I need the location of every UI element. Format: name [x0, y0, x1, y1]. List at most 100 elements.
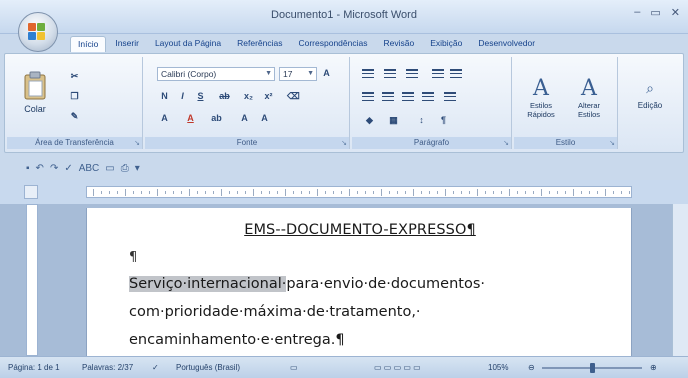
ruler-tick	[317, 189, 318, 196]
word-window: Documento1 - Microsoft Word – ▭ ✕ Início…	[0, 0, 688, 378]
language[interactable]: Português (Brasil)	[176, 363, 240, 372]
subscript-icon[interactable]: x₂	[243, 91, 254, 102]
ruler-tick	[509, 189, 510, 196]
zoom-in-icon[interactable]: ⊕	[650, 363, 657, 372]
quick-styles-button[interactable]: A Estilos Rápidos	[518, 63, 564, 131]
ruler-tick	[397, 191, 398, 194]
align-left-icon[interactable]	[362, 92, 374, 101]
close-button[interactable]: ✕	[671, 6, 680, 19]
zoom-out-icon[interactable]: ⊖	[528, 363, 535, 372]
font-size-combo[interactable]: 17 ▼	[279, 67, 317, 81]
spelling-icon[interactable]: ABC	[79, 163, 100, 174]
editing-button[interactable]: ⌕ Edição	[626, 65, 674, 125]
horizontal-ruler[interactable]	[86, 186, 632, 198]
change-styles-button[interactable]: A Alterar Estilos	[566, 63, 612, 131]
grow-font-size-icon[interactable]: A	[239, 113, 250, 124]
selected-text[interactable]: Serviço·internacional·	[129, 276, 287, 292]
ruler-tick	[517, 191, 518, 194]
styles-launcher-icon[interactable]: ↘	[609, 139, 615, 147]
undo-icon[interactable]: ↶	[36, 163, 44, 174]
align-center-icon[interactable]	[382, 92, 394, 101]
print-preview-icon[interactable]: ▭	[105, 163, 114, 174]
ruler-tick	[125, 189, 126, 196]
sort-icon[interactable]: ↕	[416, 115, 427, 126]
tab-referencias[interactable]: Referências	[230, 36, 289, 52]
tab-exibicao[interactable]: Exibição	[423, 36, 469, 52]
tab-selector[interactable]	[24, 185, 38, 199]
show-marks-icon[interactable]: ¶	[438, 115, 449, 126]
customize-qat-icon[interactable]: ▾	[135, 163, 140, 174]
ruler-tick	[573, 189, 574, 196]
tab-inserir[interactable]: Inserir	[108, 36, 146, 52]
numbering-icon[interactable]	[384, 69, 396, 78]
word-count[interactable]: Palavras: 2/37	[82, 363, 133, 372]
view-buttons[interactable]: ▭ ▭ ▭ ▭ ▭	[374, 363, 421, 372]
maximize-button[interactable]: ▭	[650, 6, 660, 19]
proofing-icon[interactable]: ✓	[152, 363, 159, 372]
clipboard-group-label: Área de Transferência	[7, 137, 142, 149]
font-name-value: Calibri (Corpo)	[161, 69, 217, 79]
strikethrough-icon[interactable]: ab	[219, 91, 230, 102]
underline-icon[interactable]: S	[195, 91, 206, 102]
zoom-level[interactable]: 105%	[488, 363, 508, 372]
quick-print-icon[interactable]: ⎙	[121, 163, 129, 174]
paste-button[interactable]: Colar	[15, 67, 55, 117]
vertical-scrollbar[interactable]	[672, 204, 688, 356]
paste-icon	[24, 71, 46, 99]
page-count[interactable]: Página: 1 de 1	[8, 363, 60, 372]
font-name-combo[interactable]: Calibri (Corpo) ▼	[157, 67, 275, 81]
ruler-tick	[629, 191, 630, 194]
ruler-tick	[493, 191, 494, 194]
ruler-tick	[109, 191, 110, 194]
tab-layout[interactable]: Layout da Página	[148, 36, 228, 52]
bullets-icon[interactable]	[362, 69, 374, 78]
quick-styles-icon: A	[533, 75, 549, 101]
tab-correspondencias[interactable]: Correspondências	[291, 36, 374, 52]
multilevel-list-icon[interactable]	[406, 69, 418, 78]
paragraph-launcher-icon[interactable]: ↘	[503, 139, 509, 147]
clear-format-icon[interactable]: ⌫	[287, 91, 300, 102]
clipboard-group: Colar ✂ ❐ ✎ Área de Transferência ↘	[7, 57, 143, 149]
zoom-slider-thumb[interactable]	[590, 363, 595, 373]
vertical-ruler[interactable]	[26, 204, 38, 356]
justify-icon[interactable]	[422, 92, 434, 101]
line-spacing-icon[interactable]	[444, 92, 456, 101]
highlight-icon[interactable]: ab	[211, 113, 222, 124]
document-title[interactable]: EMS--DOCUMENTO-EXPRESSO¶	[87, 222, 633, 238]
paste-label: Colar	[24, 103, 46, 114]
copy-icon[interactable]: ❐	[69, 91, 80, 102]
font-launcher-icon[interactable]: ↘	[341, 139, 347, 147]
macro-icon[interactable]: ▭	[290, 363, 298, 372]
save-icon[interactable]: ▪	[26, 163, 30, 174]
font-color-icon[interactable]: A	[185, 113, 196, 124]
tab-revisao[interactable]: Revisão	[376, 36, 421, 52]
italic-icon[interactable]: I	[177, 91, 188, 102]
borders-icon[interactable]: ▦	[388, 115, 399, 126]
ruler-tick	[141, 191, 142, 194]
grow-font-icon[interactable]: A	[321, 68, 332, 79]
clipboard-launcher-icon[interactable]: ↘	[134, 139, 140, 147]
redo-icon[interactable]: ↷	[50, 163, 58, 174]
chevron-down-icon: ▼	[265, 70, 272, 77]
tab-desenvolvedor[interactable]: Desenvolvedor	[471, 36, 542, 52]
bold-icon[interactable]: N	[159, 91, 170, 102]
shrink-font-size-icon[interactable]: A	[259, 113, 270, 124]
align-right-icon[interactable]	[402, 92, 414, 101]
superscript-icon[interactable]: x²	[263, 91, 274, 102]
format-painter-icon[interactable]: ✎	[69, 111, 80, 122]
office-button[interactable]	[18, 12, 58, 52]
ruler-tick	[597, 191, 598, 194]
shading-icon[interactable]: ◆	[364, 115, 375, 126]
document-page[interactable]: EMS--DOCUMENTO-EXPRESSO¶ ¶ Serviço·inter…	[86, 208, 632, 356]
minimize-button[interactable]: –	[634, 6, 640, 19]
tab-inicio[interactable]: Início	[70, 36, 107, 52]
check-icon[interactable]: ✓	[64, 163, 72, 174]
cut-icon[interactable]: ✂	[69, 71, 80, 82]
text-effects-icon[interactable]: A	[159, 113, 170, 124]
document-body[interactable]: Serviço·internacional·para·envio·de·docu…	[129, 270, 609, 354]
ruler-tick	[549, 191, 550, 194]
increase-indent-icon[interactable]	[450, 69, 462, 78]
ruler-tick	[349, 189, 350, 196]
decrease-indent-icon[interactable]	[432, 69, 444, 78]
editing-group: ⌕ Edição	[620, 57, 680, 149]
